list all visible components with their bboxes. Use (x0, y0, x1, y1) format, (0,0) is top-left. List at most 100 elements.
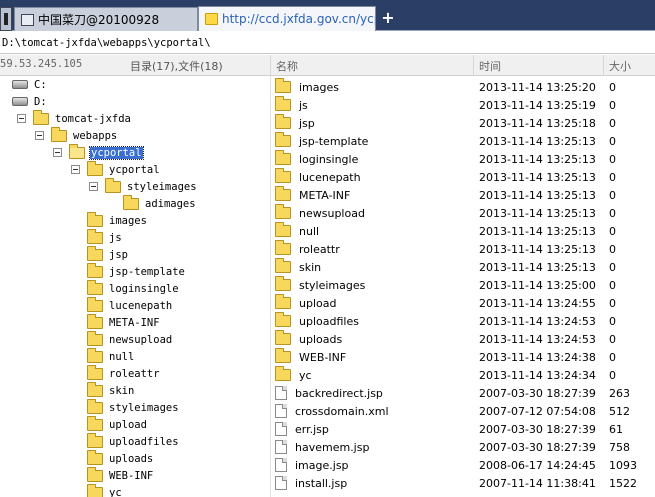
file-time: 2013-11-14 13:25:18 (479, 117, 596, 130)
column-header-name[interactable]: 名称 (276, 58, 298, 74)
tree-node-label: D: (34, 95, 47, 108)
tree-node[interactable]: uploads (87, 449, 154, 467)
tree-node[interactable]: tomcat-jxfda (17, 109, 132, 127)
tree-node[interactable]: styleimages (87, 398, 180, 416)
file-name-cell: newsupload (275, 204, 365, 222)
folder-icon (275, 348, 291, 363)
window-menu-tab[interactable] (0, 7, 12, 31)
file-row[interactable]: WEB-INF 2013-11-14 13:24:38 0 (271, 348, 655, 366)
file-size: 0 (609, 243, 616, 256)
tree-node[interactable]: WEB-INF (87, 466, 154, 484)
tab-label: http://ccd.jxfda.gov.cn/ycpor... (222, 12, 375, 26)
column-divider[interactable] (603, 55, 604, 76)
file-name-cell: null (275, 222, 319, 240)
tree-node[interactable]: loginsingle (87, 279, 180, 297)
tree-node[interactable]: ycportal (53, 143, 144, 161)
file-size: 0 (609, 81, 616, 94)
file-time: 2007-11-14 11:38:41 (479, 477, 596, 490)
file-name: image.jsp (295, 458, 349, 472)
file-row[interactable]: crossdomain.xml 2007-07-12 07:54:08 512 (271, 402, 655, 420)
file-row[interactable]: backredirect.jsp 2007-03-30 18:27:39 263 (271, 384, 655, 402)
file-name: crossdomain.xml (295, 404, 389, 418)
tree-node[interactable]: META-INF (87, 313, 161, 331)
file-row[interactable]: loginsingle 2013-11-14 13:25:13 0 (271, 150, 655, 168)
file-size: 0 (609, 297, 616, 310)
file-icon (275, 404, 287, 418)
tab-ycportal[interactable]: http://ccd.jxfda.gov.cn/ycpor... (198, 6, 376, 31)
tree-node[interactable]: jsp-template (87, 262, 186, 280)
folder-icon (275, 186, 291, 201)
file-row[interactable]: err.jsp 2007-03-30 18:27:39 61 (271, 420, 655, 438)
path-input[interactable]: D:\tomcat-jxfda\webapps\ycportal\ (0, 32, 655, 54)
file-row[interactable]: newsupload 2013-11-14 13:25:13 0 (271, 204, 655, 222)
tree-node[interactable]: jsp (87, 245, 129, 263)
tab-caidao[interactable]: 中国菜刀@20100928 (14, 7, 198, 31)
tree-node[interactable]: D: (12, 93, 48, 110)
tree-node[interactable]: newsupload (87, 330, 173, 348)
file-list[interactable]: images 2013-11-14 13:25:20 0 js 2013-11-14 1… (270, 76, 655, 497)
tree-node[interactable]: uploadfiles (87, 432, 180, 450)
folder-icon (275, 150, 291, 165)
folder-icon (275, 294, 291, 309)
tree-node[interactable]: ycportal (71, 160, 161, 178)
file-row[interactable]: jsp-template 2013-11-14 13:25:13 0 (271, 132, 655, 150)
folder-icon (87, 347, 103, 363)
file-row[interactable]: upload 2013-11-14 13:24:55 0 (271, 294, 655, 312)
tree-node[interactable]: yc (87, 483, 123, 497)
file-time: 2013-11-14 13:25:13 (479, 171, 596, 184)
new-tab-button[interactable]: + (380, 9, 396, 27)
file-name-cell: lucenepath (275, 168, 361, 186)
folder-icon (87, 211, 103, 227)
tree-node-label: lucenepath (109, 299, 173, 312)
file-row[interactable]: uploads 2013-11-14 13:24:53 0 (271, 330, 655, 348)
tree-node[interactable]: upload (87, 415, 148, 433)
file-row[interactable]: roleattr 2013-11-14 13:25:13 0 (271, 240, 655, 258)
file-size: 1522 (609, 477, 637, 490)
host-ip: 59.53.245.105 (0, 58, 83, 70)
collapse-toggle-icon[interactable] (35, 131, 44, 140)
file-row[interactable]: jsp 2013-11-14 13:25:18 0 (271, 114, 655, 132)
file-row[interactable]: uploadfiles 2013-11-14 13:24:53 0 (271, 312, 655, 330)
file-row[interactable]: install.jsp 2007-11-14 11:38:41 1522 (271, 474, 655, 492)
file-row[interactable]: images 2013-11-14 13:25:20 0 (271, 78, 655, 96)
collapse-toggle-icon[interactable] (53, 148, 62, 157)
tree-node-label: uploadfiles (109, 435, 179, 448)
tree-node-label: uploads (109, 452, 154, 465)
file-row[interactable]: styleimages 2013-11-14 13:25:00 0 (271, 276, 655, 294)
collapse-toggle-icon[interactable] (71, 165, 80, 174)
file-row[interactable]: META-INF 2013-11-14 13:25:13 0 (271, 186, 655, 204)
file-row[interactable]: havemem.jsp 2007-03-30 18:27:39 758 (271, 438, 655, 456)
file-name-cell: upload (275, 294, 336, 312)
column-header-time[interactable]: 时间 (479, 58, 501, 74)
directory-tree[interactable]: C: D: tomcat-jxfda webapps ycportal ycportal s… (0, 76, 270, 497)
tree-node[interactable]: webapps (35, 126, 118, 144)
file-time: 2013-11-14 13:25:13 (479, 189, 596, 202)
collapse-toggle-icon[interactable] (17, 114, 26, 123)
tree-node[interactable]: null (87, 347, 135, 365)
window-icon (21, 13, 34, 26)
column-header-size[interactable]: 大小 (609, 58, 631, 74)
tree-node-label: yc (109, 486, 122, 497)
tree-node[interactable]: roleattr (87, 364, 161, 382)
file-size: 0 (609, 315, 616, 328)
file-name: images (299, 80, 339, 94)
file-row[interactable]: yc 2013-11-14 13:24:34 0 (271, 366, 655, 384)
tree-node[interactable]: adimages (123, 194, 197, 212)
file-size: 0 (609, 99, 616, 112)
collapse-toggle-icon[interactable] (89, 182, 98, 191)
file-row[interactable]: js 2013-11-14 13:25:19 0 (271, 96, 655, 114)
column-divider[interactable] (270, 55, 271, 76)
file-row[interactable]: image.jsp 2008-06-17 14:24:45 1093 (271, 456, 655, 474)
tree-node[interactable]: skin (87, 381, 135, 399)
tree-node[interactable]: images (87, 211, 148, 229)
file-row[interactable]: lucenepath 2013-11-14 13:25:13 0 (271, 168, 655, 186)
file-row[interactable]: skin 2013-11-14 13:25:13 0 (271, 258, 655, 276)
file-name-cell: uploads (275, 330, 342, 348)
file-row[interactable]: null 2013-11-14 13:25:13 0 (271, 222, 655, 240)
column-divider[interactable] (473, 55, 474, 76)
tree-node[interactable]: styleimages (89, 177, 198, 195)
tree-node[interactable]: C: (12, 76, 48, 93)
tree-node[interactable]: lucenepath (87, 296, 173, 314)
file-size: 0 (609, 207, 616, 220)
tree-node[interactable]: js (87, 228, 123, 246)
